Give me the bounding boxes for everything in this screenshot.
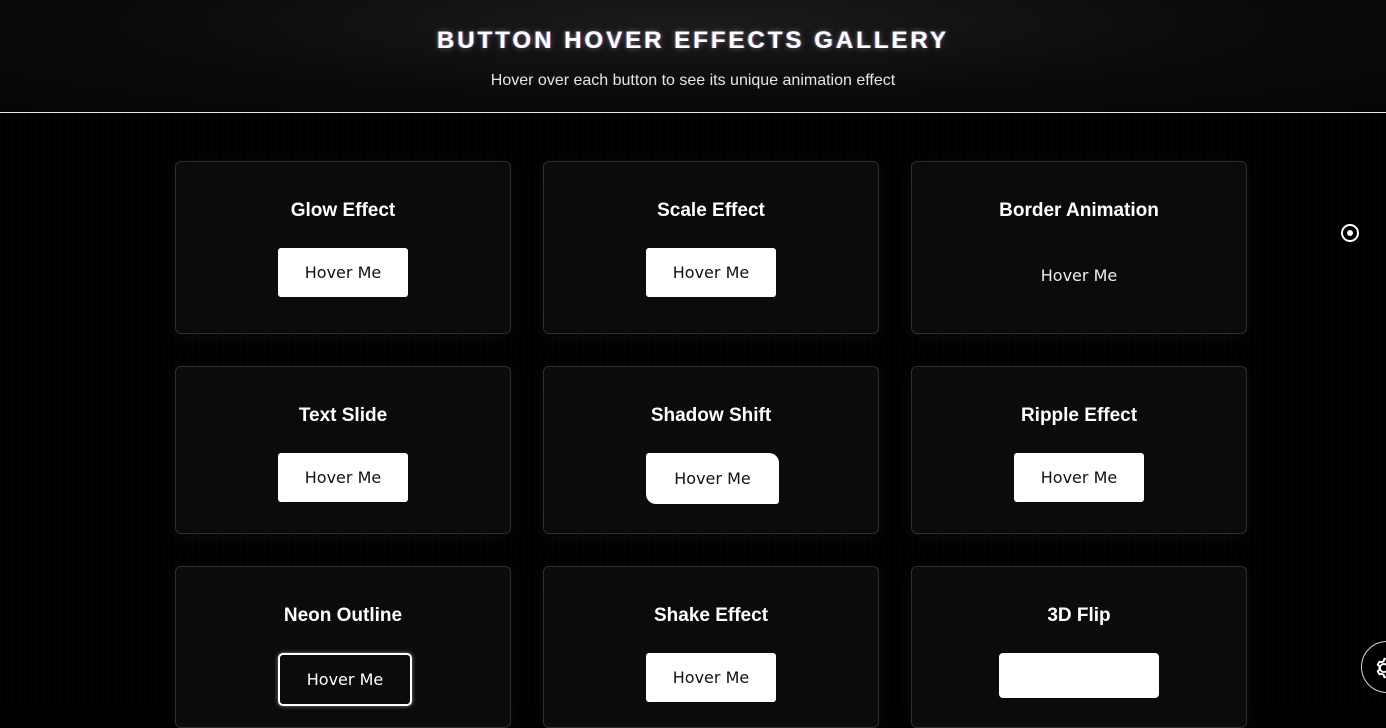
card-border-animation: Border Animation Hover Me bbox=[911, 161, 1247, 334]
3d-flip-button[interactable] bbox=[999, 653, 1159, 698]
text-slide-button[interactable]: Hover Me bbox=[278, 453, 408, 502]
card-neon-outline: Neon Outline Hover Me bbox=[175, 566, 511, 728]
card-text-slide: Text Slide Hover Me bbox=[175, 366, 511, 534]
page-subtitle: Hover over each button to see its unique… bbox=[490, 72, 896, 89]
glow-effect-button[interactable]: Hover Me bbox=[278, 248, 408, 297]
card-title: Neon Outline bbox=[283, 605, 403, 626]
card-title: Scale Effect bbox=[657, 200, 765, 221]
card-shadow-shift: Shadow Shift Hover Me bbox=[543, 366, 879, 534]
card-title: Border Animation bbox=[999, 200, 1159, 221]
card-title: 3D Flip bbox=[1047, 605, 1111, 626]
card-title: Shake Effect bbox=[653, 605, 769, 626]
page-header: BUTTON HOVER EFFECTS GALLERY Hover over … bbox=[0, 0, 1386, 113]
card-title: Glow Effect bbox=[290, 200, 396, 221]
card-title: Shadow Shift bbox=[650, 405, 772, 426]
radio-dot-icon[interactable] bbox=[1341, 224, 1359, 242]
card-glow-effect: Glow Effect Hover Me bbox=[175, 161, 511, 334]
neon-outline-button[interactable]: Hover Me bbox=[278, 653, 412, 706]
scale-effect-button[interactable]: Hover Me bbox=[646, 248, 776, 297]
shadow-shift-button[interactable]: Hover Me bbox=[646, 453, 779, 504]
card-3d-flip: 3D Flip bbox=[911, 566, 1247, 728]
card-title: Text Slide bbox=[298, 405, 388, 426]
border-animation-button[interactable]: Hover Me bbox=[1014, 251, 1144, 300]
card-scale-effect: Scale Effect Hover Me bbox=[543, 161, 879, 334]
card-shake-effect: Shake Effect Hover Me bbox=[543, 566, 879, 728]
shake-effect-button[interactable]: Hover Me bbox=[646, 653, 776, 702]
card-title: Ripple Effect bbox=[1020, 405, 1138, 426]
ripple-effect-button[interactable]: Hover Me bbox=[1014, 453, 1144, 502]
gear-icon bbox=[1376, 657, 1386, 679]
settings-button[interactable] bbox=[1361, 641, 1386, 693]
card-ripple-effect: Ripple Effect Hover Me bbox=[911, 366, 1247, 534]
page-title: BUTTON HOVER EFFECTS GALLERY bbox=[436, 27, 949, 54]
